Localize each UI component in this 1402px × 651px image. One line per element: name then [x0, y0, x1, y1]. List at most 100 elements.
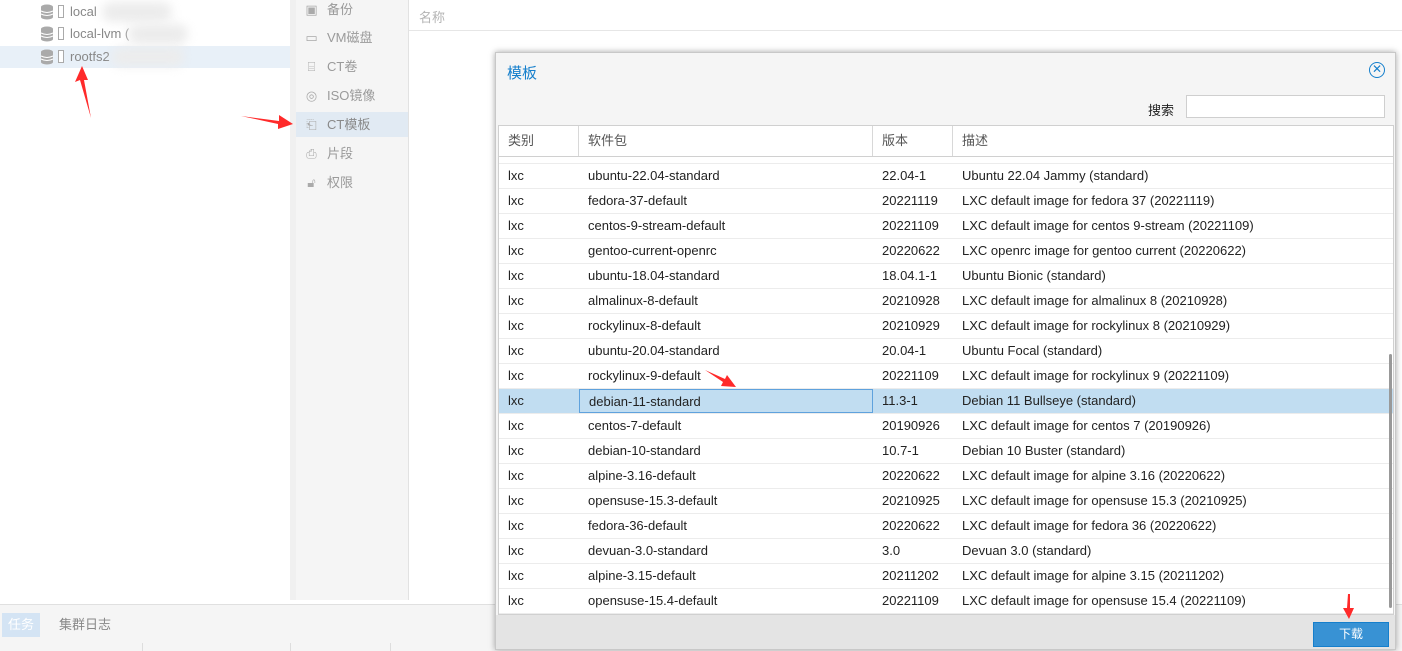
cell-type: lxc	[508, 568, 524, 583]
grid-header: 类别 软件包 版本 描述	[499, 126, 1393, 157]
cell-description: LXC default image for almalinux 8 (20210…	[962, 293, 1228, 308]
cell-package: ubuntu-18.04-standard	[588, 268, 720, 283]
cell-version: 20210929	[882, 318, 940, 333]
table-row[interactable]: lxc debian-11-standard 11.3-1 Debian 11 Bul…	[499, 389, 1393, 414]
database-icon	[40, 26, 54, 42]
redaction-blur	[112, 48, 184, 66]
cell-description: LXC default image for fedora 36 (2022062…	[962, 518, 1217, 533]
search-input[interactable]	[1186, 95, 1385, 118]
table-row[interactable]: lxc gentoo-current-openrc 20220622 LXC open…	[499, 239, 1393, 264]
tab-tasks[interactable]: 任务	[2, 613, 41, 637]
cell-package: alpine-3.15-default	[588, 568, 696, 583]
cell-type: lxc	[508, 318, 524, 333]
cell-package: gentoo-current-openrc	[588, 243, 717, 258]
table-row[interactable]: lxc rockylinux-9-default 20221109 LXC defau…	[499, 364, 1393, 389]
cell-type: lxc	[508, 518, 524, 533]
cell-version: 10.7-1	[882, 443, 919, 458]
table-row[interactable]: lxc centos-7-default 20190926 LXC default i…	[499, 414, 1393, 439]
cell-description: Debian 11 Bullseye (standard)	[962, 393, 1136, 408]
column-header-package[interactable]: 软件包	[579, 126, 873, 156]
table-row[interactable]: lxc debian-10-standard 10.7-1 Debian 10 Bus…	[499, 439, 1393, 464]
cell-package: alpine-3.16-default	[588, 468, 696, 483]
menu-item-label: 权限	[327, 175, 354, 190]
table-row[interactable]: lxc opensuse-15.4-default 20221109 LXC defa…	[499, 589, 1393, 614]
redaction-blur	[102, 2, 172, 22]
cell-type: lxc	[508, 168, 524, 183]
database-icon	[40, 49, 54, 65]
cell-description: LXC default image for opensuse 15.3 (202…	[962, 493, 1247, 508]
cell-type: lxc	[508, 243, 524, 258]
cell-type: lxc	[508, 293, 524, 308]
cell-type: lxc	[508, 443, 524, 458]
cell-description: LXC openrc image for gentoo current (202…	[962, 243, 1247, 258]
cell-type: lxc	[508, 218, 524, 233]
table-row[interactable]: lxc fedora-36-default 20220622 LXC default …	[499, 514, 1393, 539]
storage-status-icon	[58, 5, 64, 18]
close-icon[interactable]: ✕	[1369, 62, 1385, 78]
menu-item-ct-volumes[interactable]: ⌸ CT卷	[296, 54, 408, 79]
table-row[interactable]: lxc fedora-37-default 20221119 LXC default …	[499, 189, 1393, 214]
table-row[interactable]: lxc ubuntu-22.04-standard 22.04-1 Ubuntu 22…	[499, 164, 1393, 189]
cell-version: 3.0	[882, 543, 901, 558]
cell-package: almalinux-8-default	[588, 293, 698, 308]
content-grid-header: 名称	[409, 0, 1402, 31]
tree-item-label: local	[70, 4, 97, 19]
cell-description: Debian 10 Buster (standard)	[962, 443, 1126, 458]
download-button[interactable]: 下载	[1313, 622, 1389, 647]
cell-type: lxc	[508, 468, 524, 483]
cell-version: 11.3-1	[882, 393, 918, 408]
column-header-version[interactable]: 版本	[873, 126, 953, 156]
table-row[interactable]: lxc ubuntu-18.04-standard 18.04.1-1 Ubuntu …	[499, 264, 1393, 289]
table-row[interactable]: lxc almalinux-8-default 20210928 LXC defaul…	[499, 289, 1393, 314]
table-row[interactable]: lxc alpine-3.16-default 20220622 LXC defaul…	[499, 464, 1393, 489]
redaction-blur	[128, 24, 188, 44]
cell-type: lxc	[508, 418, 524, 433]
cell-version: 20221109	[882, 593, 939, 608]
cell-description: Ubuntu Focal (standard)	[962, 343, 1103, 358]
table-row[interactable]: lxc centos-9-stream-default 20221109 LXC de…	[499, 214, 1393, 239]
cell-type: lxc	[508, 368, 524, 383]
cell-description: LXC default image for fedora 37 (2022111…	[962, 193, 1215, 208]
menu-item-snippets[interactable]: ⎙ 片段	[296, 141, 408, 166]
table-row[interactable]: lxc opensuse-15.3-default 20210925 LXC defa…	[499, 489, 1393, 514]
tree-item-label: rootfs2	[70, 49, 110, 64]
cell-description: LXC default image for rockylinux 8 (2021…	[962, 318, 1231, 333]
menu-item-vm-disks[interactable]: ▭ VM磁盘	[296, 25, 408, 50]
menu-item-label: CT模板	[327, 117, 371, 132]
menu-item-ct-templates[interactable]: ⎗ CT模板	[296, 112, 408, 137]
ct-volume-icon: ⌸	[307, 59, 316, 74]
cell-package: opensuse-15.3-default	[588, 493, 718, 508]
cell-version: 20221119	[882, 193, 938, 208]
cell-version: 20220622	[882, 468, 940, 483]
cell-version: 20220622	[882, 243, 940, 258]
table-row[interactable]: lxc alpine-3.15-default 20211202 LXC defaul…	[499, 564, 1393, 589]
floppy-icon: ▣	[305, 2, 318, 17]
cell-version: 20211202	[882, 568, 939, 583]
cell-package: rockylinux-9-default	[588, 368, 701, 383]
table-row[interactable]: lxc rockylinux-8-default 20210929 LXC defau…	[499, 314, 1393, 339]
column-header-description[interactable]: 描述	[953, 126, 1393, 156]
menu-item-label: VM磁盘	[327, 30, 373, 45]
menu-item-backup[interactable]: ▣ 备份	[296, 0, 408, 22]
vertical-scrollbar[interactable]	[1389, 354, 1392, 608]
storage-status-icon	[58, 50, 64, 63]
column-header-type[interactable]: 类别	[499, 126, 579, 156]
table-row[interactable]	[499, 156, 1393, 164]
column-header-name[interactable]: 名称	[419, 7, 445, 26]
cell-description: LXC default image for alpine 3.15 (20211…	[962, 568, 1225, 583]
menu-item-iso-images[interactable]: ◎ ISO镜像	[296, 83, 408, 108]
menu-item-permissions[interactable]: 🔓︎ 权限	[296, 170, 408, 195]
tab-cluster-log[interactable]: 集群日志	[53, 613, 117, 637]
table-row[interactable]: lxc ubuntu-20.04-standard 20.04-1 Ubuntu Fo…	[499, 339, 1393, 364]
menu-item-label: ISO镜像	[327, 88, 376, 103]
cell-type: lxc	[508, 393, 524, 408]
tree-item-label: local-lvm (	[70, 26, 130, 41]
table-row[interactable]: lxc devuan-3.0-standard 3.0 Devuan 3.0 (sta…	[499, 539, 1393, 564]
cell-description: LXC default image for centos 9-stream (2…	[962, 218, 1254, 233]
cell-description: Ubuntu Bionic (standard)	[962, 268, 1106, 283]
dialog-footer: 下载	[496, 615, 1395, 649]
cell-type: lxc	[508, 268, 524, 283]
storage-menu: ▣ 备份 ▭ VM磁盘 ⌸ CT卷 ◎ ISO镜像 ⎗ CT模板 ⎙ 片段 🔓︎…	[296, 0, 409, 600]
dialog-title: 模板	[507, 65, 538, 82]
cell-package: centos-9-stream-default	[588, 218, 726, 233]
